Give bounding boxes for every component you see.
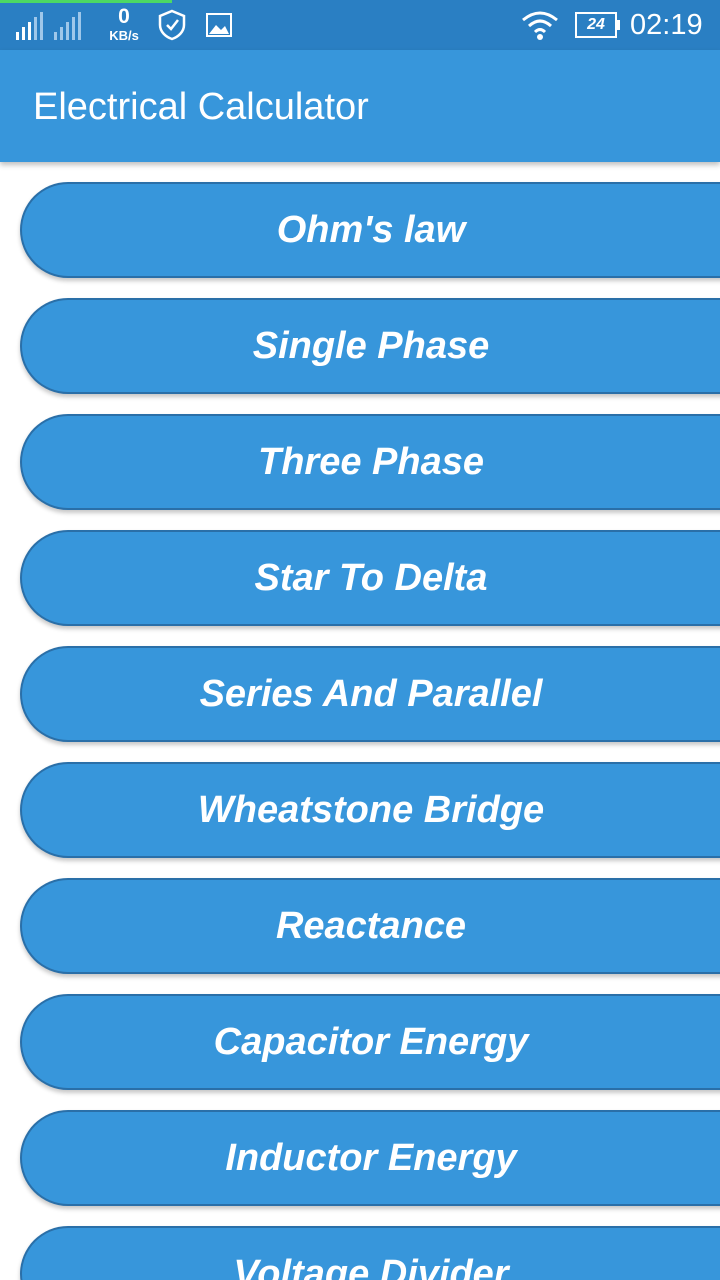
series-and-parallel-button[interactable]: Series And Parallel: [20, 646, 720, 742]
menu-button-label: Inductor Energy: [225, 1136, 517, 1179]
network-speed-unit: KB/s: [109, 28, 139, 43]
voltage-divider-button[interactable]: Voltage Divider: [20, 1226, 720, 1280]
ohms-law-button[interactable]: Ohm's law: [20, 182, 720, 278]
menu-button-label: Three Phase: [258, 440, 484, 483]
status-bar: 0 KB/s 24 02:19: [0, 0, 720, 50]
battery-level: 24: [587, 16, 605, 33]
download-progress-line: [0, 0, 172, 3]
network-speed-value: 0: [118, 5, 130, 28]
status-time: 02:19: [630, 9, 703, 41]
three-phase-button[interactable]: Three Phase: [20, 414, 720, 510]
wifi-icon: [522, 11, 558, 40]
menu-button-label: Ohm's law: [276, 208, 466, 251]
app-bar: Electrical Calculator: [0, 50, 720, 162]
single-phase-button[interactable]: Single Phase: [20, 298, 720, 394]
app-title: Electrical Calculator: [33, 86, 369, 128]
network-speed: 0 KB/s: [104, 6, 144, 42]
shield-icon: [158, 9, 186, 41]
reactance-button[interactable]: Reactance: [20, 878, 720, 974]
menu-button-label: Star To Delta: [254, 556, 488, 599]
menu-button-label: Single Phase: [252, 324, 490, 367]
menu-button-label: Voltage Divider: [233, 1252, 509, 1280]
menu-button-label: Wheatstone Bridge: [197, 788, 545, 831]
menu-button-label: Reactance: [275, 904, 467, 947]
wheatstone-bridge-button[interactable]: Wheatstone Bridge: [20, 762, 720, 858]
signal-icon: [16, 12, 81, 40]
star-to-delta-button[interactable]: Star To Delta: [20, 530, 720, 626]
inductor-energy-button[interactable]: Inductor Energy: [20, 1110, 720, 1206]
capacitor-energy-button[interactable]: Capacitor Energy: [20, 994, 720, 1090]
menu-button-label: Series And Parallel: [199, 672, 543, 715]
image-icon: [206, 13, 232, 37]
menu-button-label: Capacitor Energy: [213, 1020, 529, 1063]
